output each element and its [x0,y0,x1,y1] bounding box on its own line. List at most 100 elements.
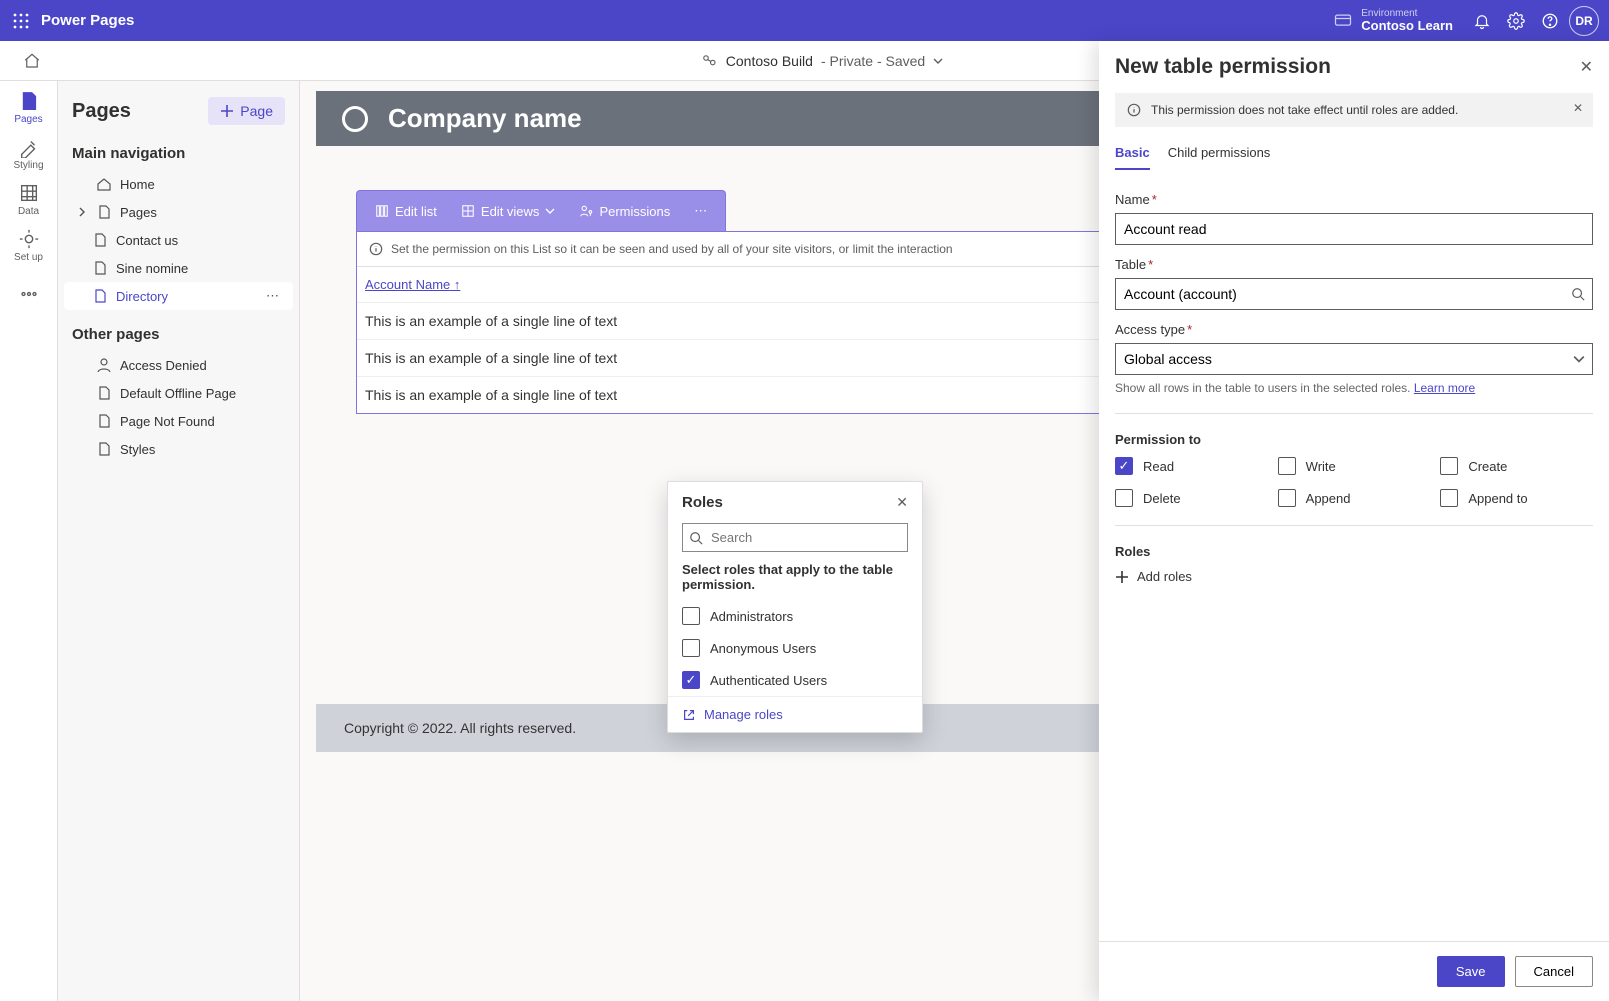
app-launcher-icon[interactable] [8,8,33,33]
search-icon [1571,287,1585,301]
plus-icon [1115,570,1129,584]
checkbox-icon [1278,457,1296,475]
chevron-down-icon [933,56,943,66]
panel-notice: This permission does not take effect unt… [1115,93,1593,127]
close-icon[interactable]: ✕ [1580,57,1593,77]
add-page-button[interactable]: Page [208,97,285,125]
roles-popup: Roles ✕ Select roles that apply to the t… [667,481,923,733]
search-icon [689,531,703,545]
list-hint: Set the permission on this List so it ca… [391,242,953,256]
tree-item-access-denied[interactable]: Access Denied [64,351,293,379]
tree-item-notfound[interactable]: Page Not Found [64,407,293,435]
roles-popup-title: Roles [682,494,723,511]
close-icon[interactable]: ✕ [896,494,908,511]
help-icon[interactable] [1533,4,1567,38]
tree-item-offline[interactable]: Default Offline Page [64,379,293,407]
save-button[interactable]: Save [1437,956,1505,987]
user-avatar[interactable]: DR [1567,4,1601,38]
perm-delete[interactable]: Delete [1115,489,1268,507]
tab-basic[interactable]: Basic [1115,137,1150,170]
chevron-down-icon [545,206,555,216]
chevron-right-icon [76,206,88,218]
site-company-name: Company name [388,103,582,134]
rail-setup[interactable]: Set up [5,223,53,267]
pages-sidebar: Pages Page Main navigation Home Pages Co… [58,81,300,1001]
label-access-type: Access type* [1115,322,1593,337]
tree-item-directory[interactable]: Directory ⋯ [64,282,293,310]
edit-list-button[interactable]: Edit list [365,198,447,225]
rail-data[interactable]: Data [5,177,53,221]
environment-picker[interactable]: Environment Contoso Learn [1333,9,1453,32]
cancel-button[interactable]: Cancel [1515,956,1593,987]
app-topbar: Power Pages Environment Contoso Learn DR [0,0,1609,41]
page-icon [92,288,108,304]
perm-read[interactable]: ✓Read [1115,457,1268,475]
roles-search-input[interactable] [682,523,908,552]
permissions-button[interactable]: Permissions [569,198,680,225]
tree-item-home[interactable]: Home [64,170,293,198]
tab-child[interactable]: Child permissions [1168,137,1271,170]
access-type-select[interactable] [1115,343,1593,375]
checkbox-icon: ✓ [1115,457,1133,475]
tree-item-sine[interactable]: Sine nomine [64,254,293,282]
label-table: Table* [1115,257,1593,272]
table-input[interactable] [1115,278,1593,310]
chevron-down-icon [1573,353,1585,365]
manage-roles-link[interactable]: Manage roles [668,696,922,732]
section-permission-to: Permission to [1115,432,1593,447]
page-icon [96,385,112,401]
group-other-pages: Other pages [64,318,293,351]
info-icon [369,242,383,256]
section-roles: Roles [1115,544,1593,559]
site-icon [700,52,718,70]
add-roles-button[interactable]: Add roles [1115,569,1593,584]
page-icon [96,204,112,220]
perm-create[interactable]: Create [1440,457,1593,475]
learn-more-link[interactable]: Learn more [1414,381,1475,395]
tree-item-styles[interactable]: Styles [64,435,293,463]
access-hint: Show all rows in the table to users in t… [1115,381,1593,395]
page-icon [92,260,108,276]
user-icon [96,357,112,373]
external-link-icon [682,708,696,722]
roles-popup-note: Select roles that apply to the table per… [668,562,922,600]
more-button[interactable]: ⋯ [684,197,717,225]
person-key-icon [579,204,593,218]
page-icon [96,441,112,457]
checkbox-icon [682,607,700,625]
more-icon[interactable]: ⋯ [260,288,285,304]
checkbox-icon [1278,489,1296,507]
role-option-anon[interactable]: Anonymous Users [668,632,922,664]
notifications-icon[interactable] [1465,4,1499,38]
name-input[interactable] [1115,213,1593,245]
pages-heading: Pages [72,100,131,123]
grid-icon [461,204,475,218]
home-icon [96,176,112,192]
role-option-admin[interactable]: Administrators [668,600,922,632]
role-option-auth[interactable]: ✓Authenticated Users [668,664,922,696]
site-name: Contoso Build [726,53,813,69]
edit-views-button[interactable]: Edit views [451,198,566,225]
rail-styling[interactable]: Styling [5,131,53,175]
page-icon [92,232,108,248]
environment-name: Contoso Learn [1361,19,1453,32]
tree-item-pages[interactable]: Pages [64,198,293,226]
info-icon [1127,103,1141,117]
checkbox-icon [1440,457,1458,475]
site-context[interactable]: Contoso Build - Private - Saved [700,52,943,70]
tree-item-contact[interactable]: Contact us [64,226,293,254]
checkbox-icon [1115,489,1133,507]
plus-icon [220,104,234,118]
rail-pages[interactable]: Pages [5,85,53,129]
rail-more[interactable] [5,273,53,317]
settings-icon[interactable] [1499,4,1533,38]
dismiss-notice-icon[interactable]: ✕ [1573,101,1583,115]
app-brand: Power Pages [41,12,134,29]
perm-write[interactable]: Write [1278,457,1431,475]
home-icon[interactable] [18,47,46,75]
perm-appendto[interactable]: Append to [1440,489,1593,507]
perm-append[interactable]: Append [1278,489,1431,507]
list-toolbar: Edit list Edit views Permissions ⋯ [356,190,726,231]
panel-title: New table permission [1115,55,1331,79]
page-icon [96,413,112,429]
